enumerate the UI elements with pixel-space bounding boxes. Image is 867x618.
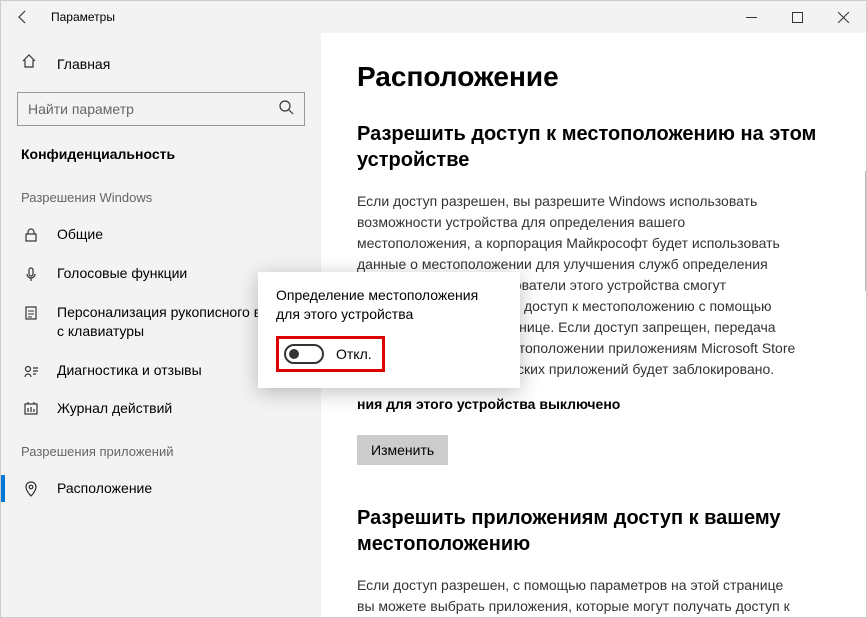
home-icon [21,53,41,74]
location-status: ния для этого устройства выключено [357,394,797,415]
sidebar-item-location[interactable]: Расположение [1,469,321,508]
location-toggle[interactable] [284,344,324,364]
search-input[interactable] [28,101,278,117]
section-heading-app-access: Разрешить приложениям доступ к вашему ме… [357,505,830,557]
sidebar-item-label: Журнал действий [57,399,172,418]
minimize-button[interactable] [728,1,774,33]
lock-icon [21,227,41,243]
sidebar-group-windows: Разрешения Windows [1,174,321,215]
page-title: Расположение [357,61,830,93]
search-box[interactable] [17,92,305,126]
maximize-button[interactable] [774,1,820,33]
speech-icon [21,266,41,282]
sidebar-home-label: Главная [57,56,110,72]
feedback-icon [21,363,41,379]
sidebar-item-general[interactable]: Общие [1,215,321,254]
location-toggle-popup: Определение местоположения для этого уст… [258,272,520,388]
sidebar-item-activity[interactable]: Журнал действий [1,389,321,428]
section-heading-device-access: Разрешить доступ к местоположению на это… [357,121,830,173]
highlight-box: Откл. [276,336,385,372]
back-button[interactable] [1,1,45,33]
sidebar-category: Конфиденциальность [1,140,321,174]
close-button[interactable] [820,1,866,33]
toggle-knob [289,349,299,359]
location-icon [21,481,41,497]
sidebar-group-apps: Разрешения приложений [1,428,321,469]
search-icon [278,99,294,120]
sidebar-item-label: Голосовые функции [57,264,187,283]
window-title: Параметры [51,10,115,24]
activity-icon [21,401,41,417]
titlebar: Параметры [1,1,866,33]
sidebar-item-label: Расположение [57,479,152,498]
sidebar-item-label: Диагностика и отзывы [57,361,202,380]
section-description-apps: Если доступ разрешен, с помощью параметр… [357,575,797,617]
sidebar-home[interactable]: Главная [1,43,321,84]
scrollbar[interactable] [865,171,866,291]
popup-title: Определение местоположения для этого уст… [276,286,502,324]
change-button[interactable]: Изменить [357,435,448,465]
clipboard-icon [21,305,41,321]
sidebar-item-label: Общие [57,225,103,244]
toggle-state-label: Откл. [336,346,372,362]
